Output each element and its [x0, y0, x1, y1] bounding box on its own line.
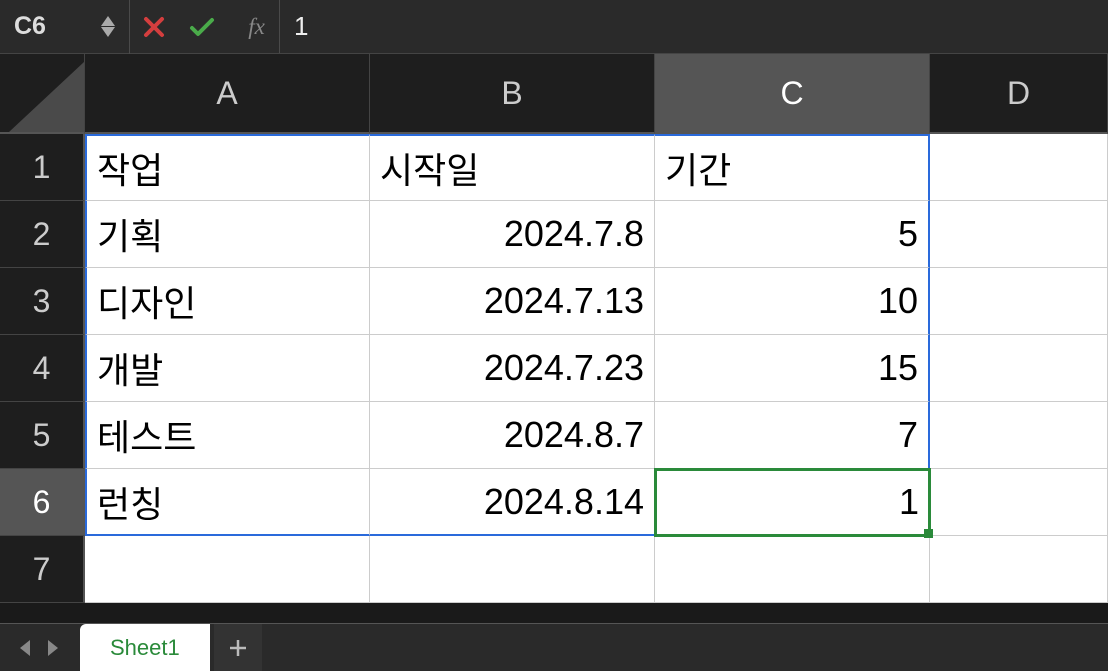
cell-B4[interactable]: 2024.7.23: [370, 335, 655, 402]
cell-B3[interactable]: 2024.7.13: [370, 268, 655, 335]
cell-D4[interactable]: [930, 335, 1108, 402]
cell-D5[interactable]: [930, 402, 1108, 469]
cell-C2[interactable]: 5: [655, 201, 930, 268]
column-header-A[interactable]: A: [85, 54, 370, 134]
accept-button[interactable]: [178, 0, 226, 54]
cell-B2[interactable]: 2024.7.8: [370, 201, 655, 268]
row-header-1[interactable]: 1: [0, 134, 85, 201]
formula-input[interactable]: 1: [279, 0, 1108, 53]
cell-D2[interactable]: [930, 201, 1108, 268]
row-header-4[interactable]: 4: [0, 335, 85, 402]
fx-label[interactable]: fx: [234, 14, 279, 40]
cell-A6[interactable]: 런칭: [85, 469, 370, 536]
cell-C4[interactable]: 15: [655, 335, 930, 402]
cell-C3[interactable]: 10: [655, 268, 930, 335]
sheet-nav-arrows: [0, 640, 78, 656]
cancel-button[interactable]: [130, 0, 178, 54]
cell-A1[interactable]: 작업: [85, 134, 370, 201]
plus-icon: [229, 639, 247, 657]
column-header-B[interactable]: B: [370, 54, 655, 134]
column-header-C[interactable]: C: [655, 54, 930, 134]
cell-B5[interactable]: 2024.8.7: [370, 402, 655, 469]
cell-D1[interactable]: [930, 134, 1108, 201]
cell-A7[interactable]: [85, 536, 370, 603]
spinner-up-icon[interactable]: [101, 16, 115, 26]
cell-D3[interactable]: [930, 268, 1108, 335]
cell-A3[interactable]: 디자인: [85, 268, 370, 335]
spreadsheet-grid: A B C D 1 작업 시작일 기간 2 기획 2024.7.8 5 3 디자…: [0, 54, 1108, 623]
row-header-3[interactable]: 3: [0, 268, 85, 335]
cell-D6[interactable]: [930, 469, 1108, 536]
cell-B6[interactable]: 2024.8.14: [370, 469, 655, 536]
column-header-D[interactable]: D: [930, 54, 1108, 134]
cell-C6[interactable]: 1: [655, 469, 930, 536]
cell-C1[interactable]: 기간: [655, 134, 930, 201]
row-header-7[interactable]: 7: [0, 536, 85, 603]
cell-reference-spinner[interactable]: [101, 16, 115, 37]
cell-B7[interactable]: [370, 536, 655, 603]
row-header-5[interactable]: 5: [0, 402, 85, 469]
cell-D7[interactable]: [930, 536, 1108, 603]
cell-C5[interactable]: 7: [655, 402, 930, 469]
sheet-tab-active[interactable]: Sheet1: [80, 624, 210, 671]
check-icon: [189, 16, 215, 38]
cell-reference-box[interactable]: C6: [0, 0, 130, 54]
cell-A4[interactable]: 개발: [85, 335, 370, 402]
add-sheet-button[interactable]: [214, 624, 262, 671]
cell-reference-text: C6: [14, 12, 46, 41]
close-icon: [143, 16, 165, 38]
cell-A5[interactable]: 테스트: [85, 402, 370, 469]
select-all-corner[interactable]: [0, 54, 85, 134]
row-header-6[interactable]: 6: [0, 469, 85, 536]
cell-C7[interactable]: [655, 536, 930, 603]
formula-bar: C6 fx 1: [0, 0, 1108, 54]
cell-B1[interactable]: 시작일: [370, 134, 655, 201]
row-header-2[interactable]: 2: [0, 201, 85, 268]
prev-sheet-icon[interactable]: [18, 640, 32, 656]
next-sheet-icon[interactable]: [46, 640, 60, 656]
spinner-down-icon[interactable]: [101, 27, 115, 37]
cell-A2[interactable]: 기획: [85, 201, 370, 268]
sheet-tab-bar: Sheet1: [0, 623, 1108, 671]
